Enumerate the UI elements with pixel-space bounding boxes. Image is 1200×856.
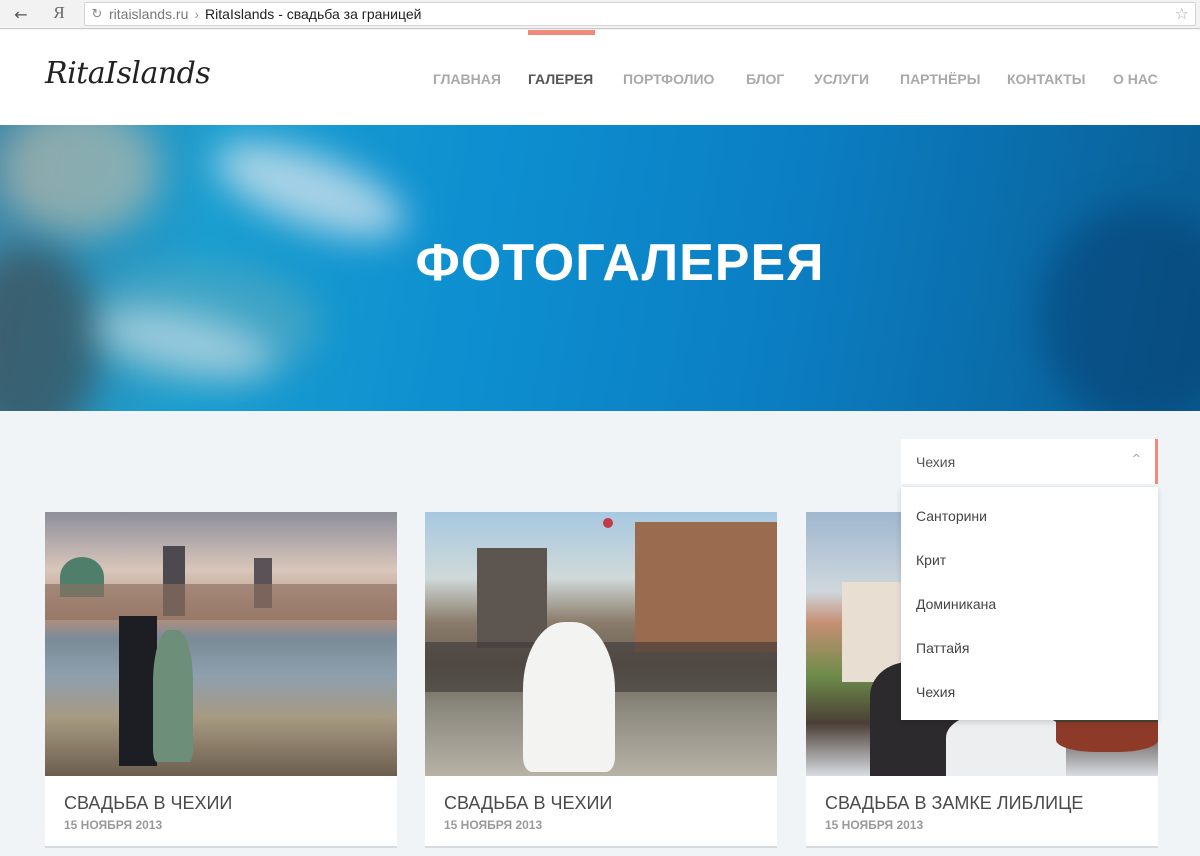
- address-domain: ritaislands.ru: [109, 6, 189, 22]
- card-title[interactable]: СВАДЬБА В ЧЕХИИ: [64, 793, 232, 814]
- address-separator: ›: [194, 6, 200, 22]
- arrow-left-icon: ←: [14, 4, 28, 24]
- card-date: 15 НОЯБРЯ 2013: [825, 818, 924, 832]
- gallery-card[interactable]: СВАДЬБА В ЧЕХИИ 15 НОЯБРЯ 2013: [45, 512, 397, 848]
- address-bar[interactable]: ↻ ritaislands.ru › RitaIslands - свадьба…: [84, 2, 1196, 26]
- nav-item-home[interactable]: ГЛАВНАЯ: [433, 71, 501, 87]
- nav-item-gallery[interactable]: ГАЛЕРЕЯ: [528, 71, 593, 87]
- selected-country: Чехия: [916, 453, 956, 470]
- site-header: RitaIslands ГЛАВНАЯ ГАЛЕРЕЯ ПОРТФОЛИО БЛ…: [0, 30, 1200, 125]
- main-nav: ГЛАВНАЯ ГАЛЕРЕЯ ПОРТФОЛИО БЛОГ УСЛУГИ ПА…: [0, 71, 1200, 87]
- card-date: 15 НОЯБРЯ 2013: [444, 818, 543, 832]
- nav-item-blog[interactable]: БЛОГ: [746, 71, 784, 87]
- back-button[interactable]: ←: [8, 2, 34, 26]
- gallery-card[interactable]: СВАДЬБА В ЧЕХИИ 15 НОЯБРЯ 2013: [425, 512, 777, 848]
- reload-icon[interactable]: ↻: [85, 7, 109, 22]
- active-nav-marker: [528, 30, 595, 35]
- card-photo[interactable]: [425, 512, 777, 776]
- dropdown-option-crete[interactable]: Крит: [901, 538, 1158, 582]
- nav-item-contacts[interactable]: КОНТАКТЫ: [1007, 71, 1085, 87]
- dropdown-option-dominicana[interactable]: Доминикана: [901, 582, 1158, 626]
- browser-toolbar: ← Я ↻ ritaislands.ru › RitaIslands - сва…: [0, 0, 1200, 29]
- card-photo[interactable]: [45, 512, 397, 776]
- dropdown-option-czech[interactable]: Чехия: [901, 670, 1158, 714]
- nav-item-services[interactable]: УСЛУГИ: [814, 71, 869, 87]
- page-title: ФОТОГАЛЕРЕЯ: [415, 234, 825, 292]
- card-title[interactable]: СВАДЬБА В ЗАМКЕ ЛИБЛИЦЕ: [825, 793, 1083, 814]
- dropdown-option-santorini[interactable]: Санторини: [901, 494, 1158, 538]
- yandex-button[interactable]: Я: [44, 3, 74, 23]
- nav-item-portfolio[interactable]: ПОРТФОЛИО: [623, 71, 714, 87]
- star-icon[interactable]: ☆: [1175, 4, 1189, 23]
- country-filter-select[interactable]: Чехия ^: [901, 439, 1158, 484]
- nav-item-about[interactable]: О НАС: [1113, 71, 1158, 87]
- card-title[interactable]: СВАДЬБА В ЧЕХИИ: [444, 793, 612, 814]
- nav-item-partners[interactable]: ПАРТНЁРЫ: [900, 71, 980, 87]
- hero-banner: ФОТОГАЛЕРЕЯ: [0, 125, 1200, 411]
- chevron-up-icon: ^: [1131, 452, 1141, 465]
- address-page-title: RitaIslands - свадьба за границей: [205, 6, 422, 22]
- dropdown-option-pattaya[interactable]: Паттайя: [901, 626, 1158, 670]
- card-date: 15 НОЯБРЯ 2013: [64, 818, 163, 832]
- country-dropdown: Санторини Крит Доминикана Паттайя Чехия: [901, 487, 1158, 720]
